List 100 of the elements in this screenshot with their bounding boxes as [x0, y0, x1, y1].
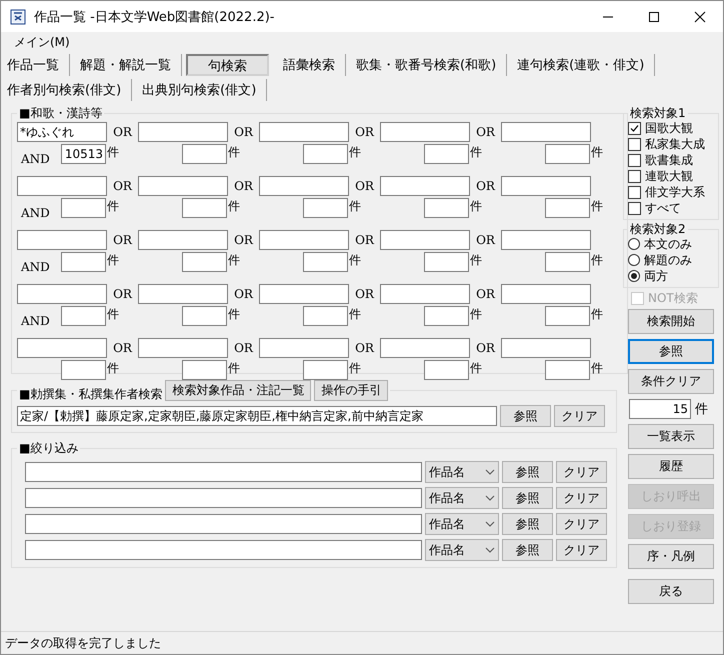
field-dropdown[interactable]: 作品名	[425, 513, 499, 535]
checkbox[interactable]: 私家集大成	[628, 136, 714, 152]
clear-button[interactable]: クリア	[554, 405, 605, 427]
search-term-field[interactable]	[380, 122, 470, 142]
refer-button[interactable]: 参照	[502, 487, 553, 509]
maximize-icon[interactable]	[648, 10, 660, 22]
search-term-field[interactable]	[259, 230, 349, 250]
clear-button[interactable]: クリア	[556, 539, 607, 561]
radio-button[interactable]: 解題のみ	[628, 252, 714, 268]
count-field[interactable]	[61, 252, 106, 272]
count-field[interactable]	[303, 198, 348, 218]
filter-field[interactable]	[25, 514, 422, 534]
action-button[interactable]: 序・凡例	[628, 544, 714, 569]
count-field[interactable]	[61, 198, 106, 218]
count-field[interactable]	[424, 306, 469, 326]
tab[interactable]: 出典別句検索(俳文)	[132, 78, 268, 100]
search-term-field[interactable]	[138, 284, 228, 304]
field-dropdown[interactable]: 作品名	[425, 487, 499, 509]
action-button[interactable]: 条件クリア	[628, 369, 714, 394]
search-term-field[interactable]	[501, 230, 591, 250]
search-term-field[interactable]	[380, 338, 470, 358]
search-term-field[interactable]	[501, 338, 591, 358]
radio-button[interactable]: 本文のみ	[628, 236, 714, 252]
search-term-field[interactable]	[17, 176, 107, 196]
tab[interactable]: 作者別句検索(俳文)	[1, 78, 132, 100]
search-term-field[interactable]: *ゆふぐれ	[17, 122, 107, 142]
checkbox[interactable]: 連歌大観	[628, 168, 714, 184]
count-field[interactable]	[424, 360, 469, 380]
field-dropdown[interactable]: 作品名	[425, 461, 499, 483]
search-term-field[interactable]	[138, 230, 228, 250]
checkbox[interactable]: 歌書集成	[628, 152, 714, 168]
tab[interactable]: 解題・解説一覧	[70, 54, 182, 76]
tab[interactable]: 作品一覧	[1, 54, 70, 76]
section-title: ■絞り込み	[18, 441, 80, 455]
refer-button[interactable]: 参照	[502, 461, 553, 483]
search-term-field[interactable]	[17, 338, 107, 358]
close-icon[interactable]	[694, 10, 706, 22]
checkbox[interactable]: 国歌大観	[628, 120, 714, 136]
action-button[interactable]: 履歴	[628, 454, 714, 479]
count-field[interactable]	[545, 306, 590, 326]
action-button[interactable]: 参照	[628, 339, 714, 364]
search-term-field[interactable]	[259, 122, 349, 142]
clear-button[interactable]: クリア	[556, 513, 607, 535]
refer-button[interactable]: 参照	[500, 405, 551, 427]
radio-button[interactable]: 両方	[628, 268, 714, 284]
count-field[interactable]	[182, 252, 227, 272]
search-term-field[interactable]	[380, 230, 470, 250]
tab[interactable]: 語彙検索	[273, 54, 346, 76]
search-term-field[interactable]	[17, 284, 107, 304]
checkbox[interactable]: すべて	[628, 200, 714, 216]
search-term-field[interactable]	[259, 284, 349, 304]
count-field[interactable]	[182, 144, 227, 164]
refer-button[interactable]: 参照	[502, 539, 553, 561]
action-button[interactable]: 一覧表示	[628, 424, 714, 449]
action-button[interactable]: 戻る	[628, 579, 714, 604]
tab[interactable]: 連句検索(連歌・俳文)	[507, 54, 656, 76]
refer-button[interactable]: 参照	[502, 513, 553, 535]
count-field[interactable]	[545, 252, 590, 272]
tab[interactable]: 句検索	[186, 54, 269, 76]
count-field[interactable]	[303, 306, 348, 326]
count-field[interactable]	[61, 306, 106, 326]
search-term-field[interactable]	[138, 122, 228, 142]
filter-field[interactable]	[25, 488, 422, 508]
search-term-field[interactable]	[501, 122, 591, 142]
search-term-field[interactable]	[501, 176, 591, 196]
count-field[interactable]: 15	[629, 399, 691, 419]
field-dropdown[interactable]: 作品名	[425, 539, 499, 561]
filter-field[interactable]	[25, 462, 422, 482]
search-term-field[interactable]	[259, 176, 349, 196]
author-field[interactable]: 定家/【勅撰】藤原定家,定家朝臣,藤原定家朝臣,権中納言定家,前中納言定家	[17, 406, 497, 426]
search-term-field[interactable]	[17, 230, 107, 250]
count-field[interactable]: 10513	[61, 144, 106, 164]
count-field[interactable]	[303, 360, 348, 380]
count-field[interactable]	[424, 144, 469, 164]
filter-field[interactable]	[25, 540, 422, 560]
count-field[interactable]	[424, 252, 469, 272]
search-term-field[interactable]	[138, 176, 228, 196]
count-field[interactable]	[303, 252, 348, 272]
checkbox[interactable]: 俳文学大系	[628, 184, 714, 200]
clear-button[interactable]: クリア	[556, 461, 607, 483]
count-field[interactable]	[545, 144, 590, 164]
count-field[interactable]	[61, 360, 106, 380]
search-term-field[interactable]	[138, 338, 228, 358]
menu-item[interactable]: メイン(M)	[11, 32, 73, 52]
count-field[interactable]	[182, 306, 227, 326]
count-field[interactable]	[182, 198, 227, 218]
search-term-field[interactable]	[380, 284, 470, 304]
search-term-field[interactable]	[380, 176, 470, 196]
count-field[interactable]	[545, 360, 590, 380]
header-button[interactable]: 操作の手引	[314, 380, 388, 401]
count-field[interactable]	[182, 360, 227, 380]
count-field[interactable]	[545, 198, 590, 218]
count-field[interactable]	[424, 198, 469, 218]
search-term-field[interactable]	[259, 338, 349, 358]
clear-button[interactable]: クリア	[556, 487, 607, 509]
search-term-field[interactable]	[501, 284, 591, 304]
tab[interactable]: 歌集・歌番号検索(和歌)	[346, 54, 508, 76]
action-button[interactable]: 検索開始	[628, 309, 714, 334]
header-button[interactable]: 検索対象作品・注記一覧	[165, 380, 312, 401]
count-field[interactable]	[303, 144, 348, 164]
